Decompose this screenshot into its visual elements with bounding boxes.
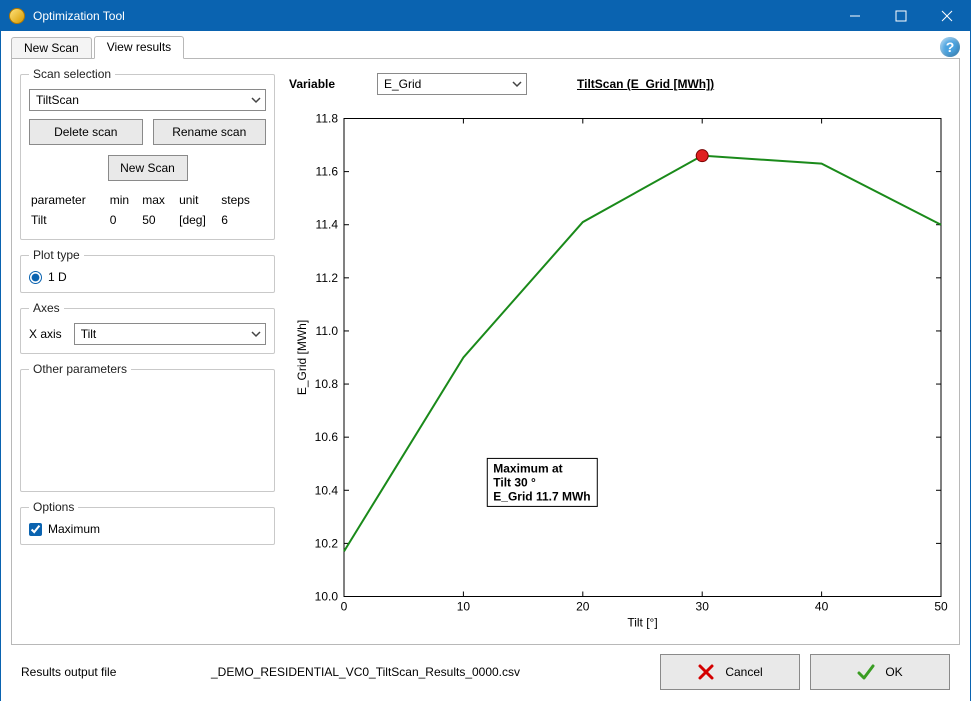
svg-text:20: 20 [576, 600, 590, 614]
chevron-down-icon [512, 77, 522, 91]
svg-text:40: 40 [815, 600, 829, 614]
svg-text:Maximum at: Maximum at [493, 461, 562, 475]
app-icon [9, 8, 25, 24]
table-row: Tilt 0 50 [deg] 6 [31, 211, 264, 229]
chart-area: 10.0 10.2 10.4 10.6 10.8 11.0 11.2 11.4 11.6 11.8… [289, 105, 951, 636]
results-file-label: Results output file [21, 665, 201, 679]
plot-type-1d-input[interactable] [29, 271, 42, 284]
other-parameters-group: Other parameters [20, 362, 275, 492]
scan-select-combo[interactable]: TiltScan [29, 89, 266, 111]
svg-text:10: 10 [457, 600, 471, 614]
variable-label: Variable [289, 77, 367, 91]
svg-text:E_Grid 11.7 MWh: E_Grid 11.7 MWh [493, 489, 590, 503]
svg-text:0: 0 [341, 600, 348, 614]
variable-combo[interactable]: E_Grid [377, 73, 527, 95]
column-header: parameter [31, 191, 108, 209]
chevron-down-icon [251, 93, 261, 107]
ok-icon [857, 663, 875, 681]
other-parameters-legend: Other parameters [29, 362, 131, 376]
results-file-value: _DEMO_RESIDENTIAL_VC0_TiltScan_Results_0… [211, 665, 650, 679]
scan-select-value: TiltScan [36, 93, 79, 107]
variable-row: Variable E_Grid TiltScan (E_Grid [MWh]) [289, 73, 951, 95]
chart-title: TiltScan (E_Grid [MWh]) [577, 77, 714, 91]
svg-text:11.2: 11.2 [316, 271, 339, 285]
right-panel: Variable E_Grid TiltScan (E_Grid [MWh]) … [289, 67, 951, 636]
parameter-table: parameter min max unit steps Tilt 0 50 [… [29, 189, 266, 231]
tab-bar: New Scan View results ? [11, 37, 960, 59]
svg-text:10.2: 10.2 [315, 536, 339, 550]
footer: Results output file _DEMO_RESIDENTIAL_VC… [11, 645, 960, 699]
chart-svg: 10.0 10.2 10.4 10.6 10.8 11.0 11.2 11.4 11.6 11.8… [289, 105, 951, 636]
window-title: Optimization Tool [33, 9, 832, 23]
svg-text:11.0: 11.0 [316, 324, 339, 338]
delete-scan-button[interactable]: Delete scan [29, 119, 143, 145]
column-header: unit [179, 191, 219, 209]
minimize-button[interactable] [832, 1, 878, 31]
maximum-checkbox-input[interactable] [29, 523, 42, 536]
maximize-button[interactable] [878, 1, 924, 31]
column-header: min [110, 191, 141, 209]
cancel-button[interactable]: Cancel [660, 654, 800, 690]
scan-selection-group: Scan selection TiltScan Delete scan Rena… [20, 67, 275, 240]
x-axis-value: Tilt [81, 327, 97, 341]
rename-scan-button[interactable]: Rename scan [153, 119, 267, 145]
svg-text:11.6: 11.6 [316, 165, 339, 179]
chevron-down-icon [251, 327, 261, 341]
svg-text:E_Grid [MWh]: E_Grid [MWh] [295, 320, 309, 395]
plot-type-group: Plot type 1 D [20, 248, 275, 293]
column-header: steps [221, 191, 264, 209]
scan-selection-legend: Scan selection [29, 67, 115, 81]
tab-new-scan[interactable]: New Scan [11, 37, 92, 59]
options-legend: Options [29, 500, 78, 514]
column-header: max [142, 191, 177, 209]
title-bar: Optimization Tool [1, 1, 970, 31]
svg-text:10.0: 10.0 [315, 590, 339, 604]
plot-type-1d-radio[interactable]: 1 D [29, 270, 266, 284]
svg-text:10.6: 10.6 [315, 430, 339, 444]
svg-text:50: 50 [934, 600, 948, 614]
new-scan-button[interactable]: New Scan [108, 155, 188, 181]
svg-text:30: 30 [696, 600, 710, 614]
x-axis-combo[interactable]: Tilt [74, 323, 266, 345]
maximum-checkbox[interactable]: Maximum [29, 522, 266, 536]
svg-text:Tilt 30 °: Tilt 30 ° [493, 475, 536, 489]
window: Optimization Tool New Scan View results … [0, 0, 971, 701]
tab-content: Scan selection TiltScan Delete scan Rena… [11, 58, 960, 645]
svg-text:10.4: 10.4 [315, 483, 339, 497]
plot-type-legend: Plot type [29, 248, 84, 262]
svg-text:11.8: 11.8 [316, 112, 339, 126]
window-body: New Scan View results ? Scan selection T… [1, 31, 970, 701]
left-panel: Scan selection TiltScan Delete scan Rena… [20, 67, 275, 636]
axes-group: Axes X axis Tilt [20, 301, 275, 354]
svg-text:11.4: 11.4 [316, 218, 339, 232]
axes-legend: Axes [29, 301, 64, 315]
cancel-icon [697, 663, 715, 681]
variable-value: E_Grid [384, 77, 421, 91]
options-group: Options Maximum [20, 500, 275, 545]
help-button[interactable]: ? [940, 37, 960, 57]
x-axis-label: X axis [29, 327, 62, 341]
ok-button[interactable]: OK [810, 654, 950, 690]
svg-text:10.8: 10.8 [315, 377, 339, 391]
tab-view-results[interactable]: View results [94, 36, 184, 59]
svg-text:Tilt [°]: Tilt [°] [627, 616, 657, 630]
close-button[interactable] [924, 1, 970, 31]
